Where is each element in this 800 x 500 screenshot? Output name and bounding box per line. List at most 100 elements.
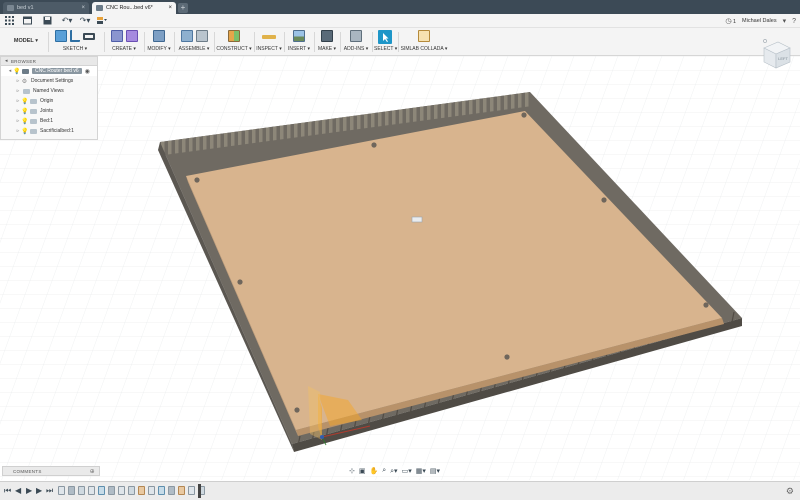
tab-label: CNC Rou...bed v6* [106,5,153,11]
viewports-icon[interactable]: ▤▾ [430,467,440,475]
comments-panel[interactable]: COMMENTS ⊕ [2,466,100,476]
ribbon-group-addins[interactable]: ADD-INS ▾ [342,30,370,54]
timeline-feature[interactable] [78,486,85,495]
undo-icon[interactable]: ↶▾ [60,16,74,26]
step-back-icon[interactable]: ◀ [15,486,21,496]
timeline-feature[interactable] [88,486,95,495]
look-at-icon[interactable]: ▣ [359,467,366,475]
3d-print-icon[interactable] [321,30,333,42]
bell-icon[interactable]: ▾ [783,17,787,25]
step-forward-icon[interactable]: ▶ [36,486,42,496]
ribbon-group-modify[interactable]: MODIFY ▾ [146,30,172,54]
ribbon-group-select[interactable]: SELECT ▾ [374,30,397,54]
ribbon-group-construct[interactable]: CONSTRUCT ▾ [216,30,252,54]
divider [254,32,255,52]
collapse-icon[interactable]: ◂ [5,58,8,64]
bolt-hole [504,354,510,360]
tree-item-document-settings[interactable]: ▹ ⚙ Document Settings [1,76,97,86]
timeline-feature[interactable] [158,486,165,495]
activate-radio-icon[interactable]: ◉ [85,68,90,75]
scripts-addins-icon[interactable] [350,30,362,42]
timeline-settings-gear-icon[interactable]: ⚙ [786,486,794,496]
clock-count: 1 [732,19,737,25]
visibility-bulb-icon[interactable]: 💡 [21,108,28,115]
help-icon[interactable]: ? [792,18,796,25]
simlab-dae-icon[interactable] [418,30,430,42]
timeline-feature[interactable] [188,486,195,495]
tree-item-sacrificialbed[interactable]: ▹ 💡 Sacrificialbed:1 [1,126,97,136]
ribbon-group-assemble[interactable]: ASSEMBLE ▾ [176,30,212,54]
zoom-window-icon[interactable]: ⌕▾ [390,467,397,476]
timeline-feature[interactable] [108,486,115,495]
timeline-marker[interactable] [198,484,201,498]
measure-icon[interactable] [262,35,276,39]
viewport-canvas[interactable] [0,56,800,480]
ribbon-group-simlab[interactable]: SIMLAB COLLADA ▾ [400,30,448,54]
tree-item-bed[interactable]: ▹ 💡 Bed:1 [1,116,97,126]
job-clock[interactable]: ◷ 1 [725,17,736,25]
viewcube-face-label: LEFT [778,56,788,61]
redo-icon[interactable]: ↷▾ [78,16,92,26]
visibility-bulb-icon[interactable]: 💡 [21,118,28,125]
timeline-feature[interactable] [178,486,185,495]
timeline-feature[interactable] [168,486,175,495]
rectangle-icon[interactable] [83,33,95,40]
tree-root-item[interactable]: ◂ 💡 CNC Router bed v6 ◉ [1,66,97,76]
tab-cnc-router-bed[interactable]: CNC Rou...bed v6* × [92,2,176,14]
ribbon-group-create[interactable]: CREATE ▾ [106,30,142,54]
timeline-feature[interactable] [128,486,135,495]
display-settings-icon[interactable]: ▭▾ [402,467,412,475]
new-component-icon[interactable] [180,30,193,42]
timeline-feature[interactable] [118,486,125,495]
press-pull-icon[interactable] [153,30,165,42]
go-to-start-icon[interactable]: ⏮ [4,486,11,496]
browser-header[interactable]: ◂ BROWSER [1,57,97,66]
visibility-bulb-icon[interactable]: 💡 [21,128,28,135]
home-view-icon[interactable] [763,39,767,43]
pan-icon[interactable]: ✋ [370,467,379,475]
ribbon-group-inspect[interactable]: INSPECT ▾ [256,30,282,54]
close-icon[interactable]: × [81,5,85,11]
ribbon-group-make[interactable]: MAKE ▾ [316,30,338,54]
timeline-feature[interactable] [58,486,65,495]
create-sketch-icon[interactable] [55,30,67,42]
insert-image-icon[interactable] [293,30,305,42]
select-cursor-icon[interactable] [378,30,392,44]
expand-toggle-icon[interactable]: ▹ [15,88,21,94]
visibility-bulb-icon[interactable]: 💡 [13,68,20,75]
tree-item-named-views[interactable]: ▹ Named Views [1,86,97,96]
timeline-feature[interactable] [148,486,155,495]
timeline-feature[interactable] [138,486,145,495]
new-tab-button[interactable]: + [178,3,188,13]
tree-item-joints[interactable]: ▹ 💡 Joints [1,106,97,116]
folder-icon [30,98,37,104]
play-icon[interactable]: ▶ [26,486,32,496]
go-to-end-icon[interactable]: ⏭ [46,486,53,496]
line-icon[interactable] [70,30,80,42]
extrude-icon[interactable] [110,30,123,42]
user-name[interactable]: Michael Dales [742,18,777,24]
job-status-icon[interactable] [96,16,108,26]
3d-viewport[interactable] [0,56,800,480]
ribbon-group-sketch[interactable]: SKETCH ▾ [50,30,100,54]
close-icon[interactable]: × [168,5,172,11]
tab-bed-v1[interactable]: bed v1 × [3,2,89,14]
add-comment-icon[interactable]: ⊕ [90,468,95,475]
visibility-bulb-icon[interactable]: 💡 [21,98,28,105]
viewcube[interactable]: LEFT [760,38,792,72]
timeline-feature[interactable] [98,486,105,495]
joint-icon[interactable] [195,30,208,42]
orbit-icon[interactable]: ⊹ [349,467,355,475]
app-grid-icon[interactable] [4,16,14,26]
pattern-icon[interactable] [125,30,138,42]
offset-plane-icon[interactable] [228,30,240,42]
component-icon [30,118,37,124]
tree-item-origin[interactable]: ▹ 💡 Origin [1,96,97,106]
save-icon[interactable] [42,16,52,26]
workspace-switcher[interactable]: MODEL ▾ [8,34,44,48]
grid-snaps-icon[interactable]: ▦▾ [416,467,426,475]
zoom-icon[interactable]: ⌕ [382,467,386,475]
ribbon-group-insert[interactable]: INSERT ▾ [286,30,312,54]
file-icon[interactable] [22,16,32,26]
timeline-feature[interactable] [68,486,75,495]
